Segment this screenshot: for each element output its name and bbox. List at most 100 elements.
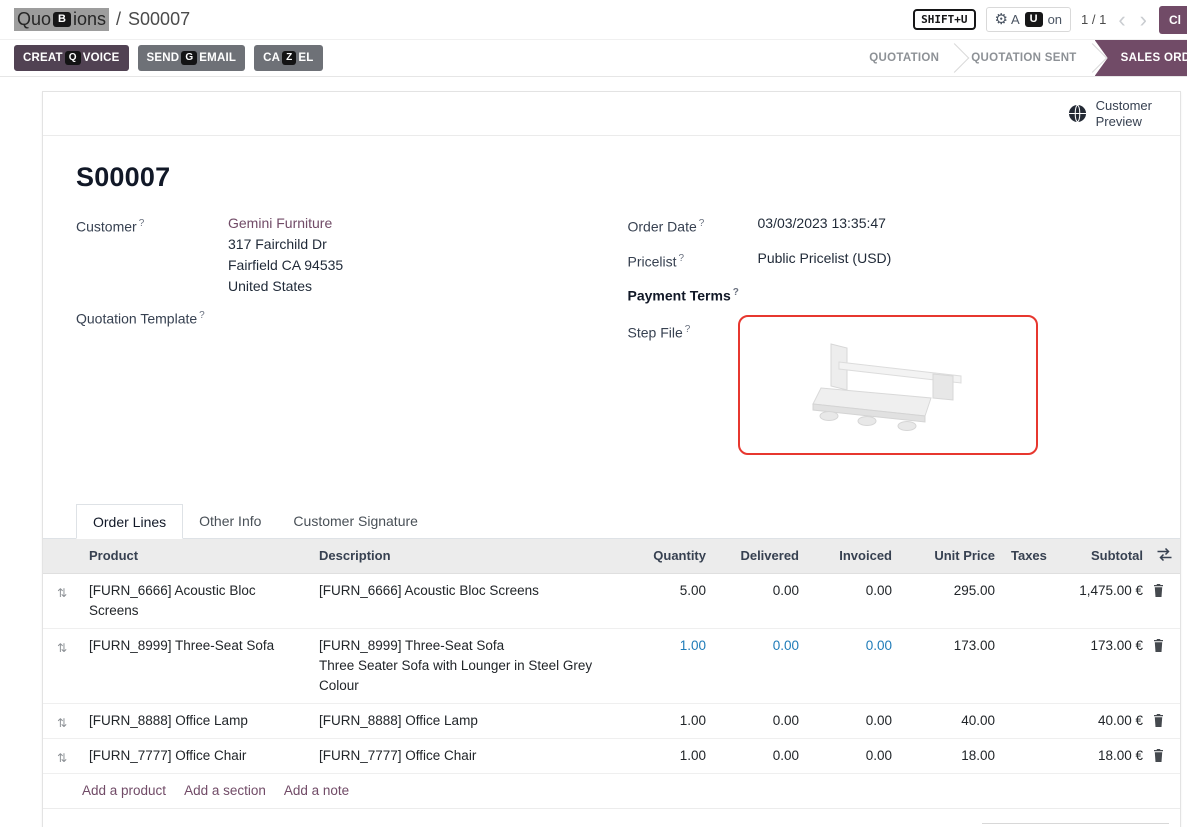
cell-delivered[interactable]: 0.00	[714, 629, 807, 663]
add-product-link[interactable]: Add a product	[82, 783, 166, 798]
cell-delivered[interactable]: 0.00	[714, 739, 807, 773]
optional-columns-button[interactable]	[1151, 539, 1180, 567]
cell-invoiced[interactable]: 0.00	[807, 739, 900, 773]
cell-delivered[interactable]: 0.00	[714, 704, 807, 738]
action-menu-button[interactable]: ⚙ A U on	[986, 7, 1072, 32]
cell-subtotal: 173.00 €	[1049, 629, 1151, 663]
cell-invoiced[interactable]: 0.00	[807, 574, 900, 608]
cell-description[interactable]: [FURN_8888] Office Lamp	[311, 704, 624, 738]
header-subtotal[interactable]: Subtotal	[1049, 539, 1151, 573]
cell-product[interactable]: [FURN_7777] Office Chair	[81, 739, 311, 773]
cell-description[interactable]: [FURN_6666] Acoustic Bloc Screens	[311, 574, 624, 608]
cell-product[interactable]: [FURN_8888] Office Lamp	[81, 704, 311, 738]
breadcrumb-quotations-link[interactable]: Quo B ions	[14, 8, 109, 31]
drag-handle[interactable]: ⇅	[43, 574, 81, 603]
cell-taxes[interactable]	[1003, 629, 1049, 649]
field-label-order-date: Order Date?	[628, 213, 758, 238]
cell-taxes[interactable]	[1003, 704, 1049, 724]
delete-line-button[interactable]	[1151, 629, 1180, 658]
send-email-button[interactable]: SEND G EMAIL	[138, 45, 246, 71]
table-row[interactable]: ⇅ [FURN_6666] Acoustic Bloc Screens [FUR…	[43, 574, 1180, 629]
status-step-quotation[interactable]: QUOTATION	[853, 40, 955, 76]
table-row[interactable]: ⇅ [FURN_8999] Three-Seat Sofa [FURN_8999…	[43, 629, 1180, 704]
pager-previous-button[interactable]: ‹	[1116, 9, 1127, 31]
cell-invoiced[interactable]: 0.00	[807, 704, 900, 738]
table-row[interactable]: ⇅ [FURN_7777] Office Chair [FURN_7777] O…	[43, 739, 1180, 774]
cell-quantity[interactable]: 1.00	[624, 739, 714, 773]
drag-handle[interactable]: ⇅	[43, 629, 81, 658]
field-quotation-template: Quotation Template?	[76, 305, 612, 330]
customer-address-line1: 317 Fairchild Dr	[228, 234, 343, 255]
pricelist-value[interactable]: Public Pricelist (USD)	[758, 248, 892, 273]
header-invoiced[interactable]: Invoiced	[807, 539, 900, 573]
header-quantity[interactable]: Quantity	[624, 539, 714, 573]
cell-unit-price[interactable]: 18.00	[900, 739, 1003, 773]
button-label-pre: SEND	[147, 52, 180, 64]
header-unit-price[interactable]: Unit Price	[900, 539, 1003, 573]
tab-customer-signature[interactable]: Customer Signature	[277, 504, 434, 539]
customer-address-line2: Fairfield CA 94535	[228, 255, 343, 276]
tab-order-lines[interactable]: Order Lines	[76, 504, 183, 539]
help-marker: ?	[139, 218, 145, 229]
breadcrumb: Quo B ions / S00007	[14, 8, 190, 31]
description-line: [FURN_8999] Three-Seat Sofa	[319, 636, 616, 656]
delete-line-button[interactable]	[1151, 739, 1180, 768]
cell-quantity[interactable]: 5.00	[624, 574, 714, 608]
button-label-pre: CREAT	[23, 52, 63, 64]
description-line: [FURN_7777] Office Chair	[319, 746, 616, 766]
header-taxes[interactable]: Taxes	[1003, 539, 1049, 573]
status-step-sales-order[interactable]: SALES ORDER	[1095, 40, 1187, 76]
cell-description[interactable]: [FURN_8999] Three-Seat Sofa Three Seater…	[311, 629, 624, 703]
customer-preview-button[interactable]: Customer Preview	[1096, 98, 1152, 130]
status-step-quotation-sent[interactable]: QUOTATION SENT	[955, 40, 1092, 76]
terms-and-conditions-input[interactable]: Terms and conditions...	[82, 823, 221, 827]
cell-product[interactable]: [FURN_6666] Acoustic Bloc Screens	[81, 574, 311, 628]
globe-icon	[1068, 104, 1087, 123]
cell-description[interactable]: [FURN_7777] Office Chair	[311, 739, 624, 773]
drag-handle-icon: ⇅	[57, 751, 67, 765]
cell-product[interactable]: [FURN_8999] Three-Seat Sofa	[81, 629, 311, 663]
delete-line-button[interactable]	[1151, 574, 1180, 603]
create-invoice-button[interactable]: CREAT Q VOICE	[14, 45, 129, 71]
cell-taxes[interactable]	[1003, 574, 1049, 594]
cell-quantity[interactable]: 1.00	[624, 629, 714, 663]
cancel-button[interactable]: CA Z EL	[254, 45, 322, 71]
field-label-step-file: Step File?	[628, 319, 738, 455]
order-line-footer-links: Add a product Add a section Add a note	[43, 774, 1180, 809]
cell-unit-price[interactable]: 295.00	[900, 574, 1003, 608]
control-bar: CREAT Q VOICE SEND G EMAIL CA Z EL QUOTA…	[0, 40, 1187, 77]
keyboard-shortcut-hint: SHIFT+U	[913, 9, 975, 30]
corner-button[interactable]: Cl	[1159, 6, 1187, 34]
cell-invoiced[interactable]: 0.00	[807, 629, 900, 663]
cell-taxes[interactable]	[1003, 739, 1049, 759]
table-header-row: Product Description Quantity Delivered I…	[43, 539, 1180, 574]
fields-right-column: Order Date? 03/03/2023 13:35:47 Pricelis…	[612, 213, 1148, 465]
add-section-link[interactable]: Add a section	[184, 783, 266, 798]
add-note-link[interactable]: Add a note	[284, 783, 349, 798]
gear-icon: ⚙	[995, 12, 1008, 27]
breadcrumb-record: S00007	[128, 9, 190, 30]
delete-line-button[interactable]	[1151, 704, 1180, 733]
cell-quantity[interactable]: 1.00	[624, 704, 714, 738]
sheet-top-strip: Customer Preview	[43, 92, 1180, 136]
top-right-controls: SHIFT+U ⚙ A U on 1 / 1 ‹ › Cl	[913, 0, 1187, 39]
table-row[interactable]: ⇅ [FURN_8888] Office Lamp [FURN_8888] Of…	[43, 704, 1180, 739]
help-marker: ?	[199, 310, 205, 321]
header-description[interactable]: Description	[311, 539, 624, 573]
cell-delivered[interactable]: 0.00	[714, 574, 807, 608]
step-file-image[interactable]	[738, 315, 1038, 455]
trash-icon	[1153, 639, 1164, 652]
order-date-value[interactable]: 03/03/2023 13:35:47	[758, 213, 886, 238]
header-product[interactable]: Product	[81, 539, 311, 573]
pager-next-button[interactable]: ›	[1138, 9, 1149, 31]
cell-subtotal: 1,475.00 €	[1049, 574, 1151, 608]
cell-unit-price[interactable]: 173.00	[900, 629, 1003, 663]
customer-link[interactable]: Gemini Furniture	[228, 215, 332, 231]
cell-unit-price[interactable]: 40.00	[900, 704, 1003, 738]
drag-handle[interactable]: ⇅	[43, 739, 81, 768]
drag-handle[interactable]: ⇅	[43, 704, 81, 733]
description-extra: Three Seater Sofa with Lounger in Steel …	[319, 656, 616, 696]
tab-other-info[interactable]: Other Info	[183, 504, 277, 539]
header-delivered[interactable]: Delivered	[714, 539, 807, 573]
notebook-tabs: Order Lines Other Info Customer Signatur…	[43, 503, 1180, 539]
